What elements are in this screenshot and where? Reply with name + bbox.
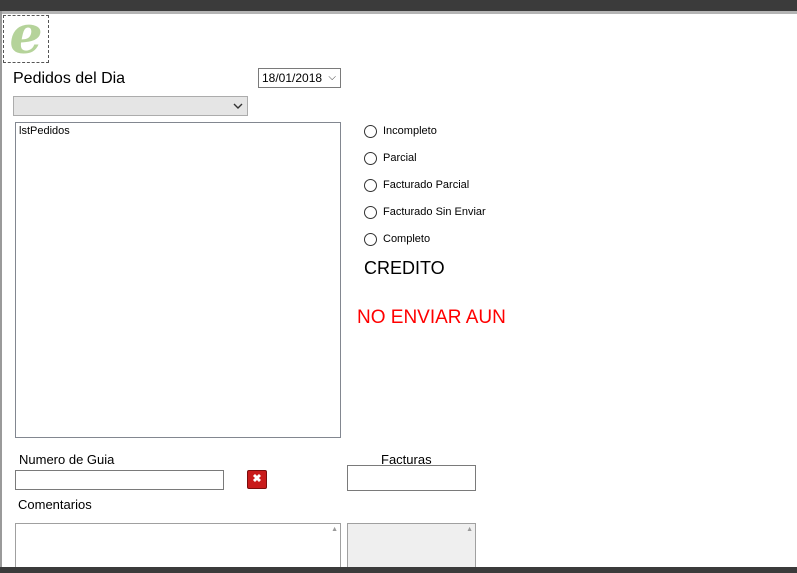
radio-label: Facturado Sin Enviar [383,206,486,218]
numero-guia-input[interactable] [15,470,224,490]
radio-circle[interactable] [364,125,377,138]
scroll-up-icon[interactable]: ▲ [331,526,338,533]
radio-circle[interactable] [364,206,377,219]
page-title: Pedidos del Dia [13,70,126,87]
close-icon: ✖ [252,473,262,485]
chevron-down-icon: ⌵ [328,72,336,83]
numero-guia-label: Numero de Guia [19,452,115,467]
comentarios-textarea[interactable]: ▲ [15,523,341,573]
radio-label: Parcial [383,152,417,164]
comentarios-label: Comentarios [18,497,92,512]
facturas-input[interactable] [347,465,476,491]
orders-listbox[interactable]: lstPedidos [15,122,341,438]
list-item[interactable]: lstPedidos [16,123,340,137]
filter-combobox[interactable] [13,96,248,116]
radio-label: Completo [383,233,431,245]
window-left-border [0,11,2,573]
window-top-border-inner [0,11,797,14]
chevron-down-icon [233,103,243,109]
no-enviar-warning: NO ENVIAR AUN [357,307,506,328]
date-value: 18/01/2018 [262,71,323,85]
radio-circle[interactable] [364,179,377,192]
credito-label: CREDITO [364,258,445,278]
logo-letter: e [9,5,43,66]
app-logo: e [3,10,49,63]
facturas-list[interactable]: ▲ [347,523,476,573]
window-top-border [0,0,797,11]
radio-label: Facturado Parcial [383,179,470,191]
scroll-up-icon[interactable]: ▲ [466,526,473,533]
radio-circle[interactable] [364,152,377,165]
radio-circle[interactable] [364,233,377,246]
radio-label: Incompleto [383,125,437,137]
date-picker[interactable]: 18/01/2018 ⌵ [258,68,341,88]
window-bottom-border [0,567,797,573]
clear-guia-button[interactable]: ✖ [247,470,267,489]
window-bottom-gap [476,563,514,567]
